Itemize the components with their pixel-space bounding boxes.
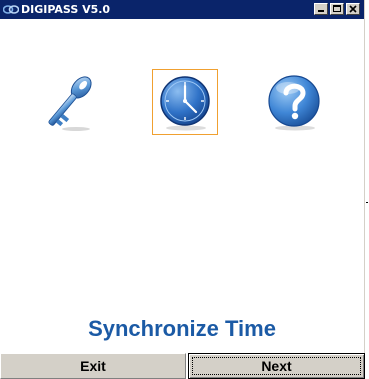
clock-button[interactable] bbox=[152, 69, 218, 135]
help-button[interactable] bbox=[261, 69, 327, 135]
next-button[interactable]: Next bbox=[188, 353, 365, 379]
next-button-label: Next bbox=[261, 358, 292, 374]
page-title: Synchronize Time bbox=[88, 316, 276, 341]
clock-icon bbox=[160, 76, 210, 131]
close-icon bbox=[349, 5, 357, 13]
window-title: DIGIPASS V5.0 bbox=[21, 3, 111, 16]
minimize-button[interactable] bbox=[314, 3, 328, 15]
app-window: DIGIPASS V5.0 Synchronize Time Exit Next bbox=[0, 0, 365, 379]
key-button[interactable] bbox=[36, 69, 102, 135]
close-button[interactable] bbox=[346, 3, 360, 15]
maximize-icon bbox=[333, 5, 341, 12]
key-icon bbox=[48, 76, 92, 131]
title-bar[interactable]: DIGIPASS V5.0 bbox=[0, 0, 364, 19]
app-logo-icon bbox=[3, 5, 19, 14]
minimize-icon bbox=[318, 10, 324, 12]
maximize-button[interactable] bbox=[330, 3, 344, 15]
help-icon bbox=[268, 75, 320, 131]
exit-button[interactable]: Exit bbox=[0, 353, 186, 379]
window-edge bbox=[365, 0, 369, 379]
